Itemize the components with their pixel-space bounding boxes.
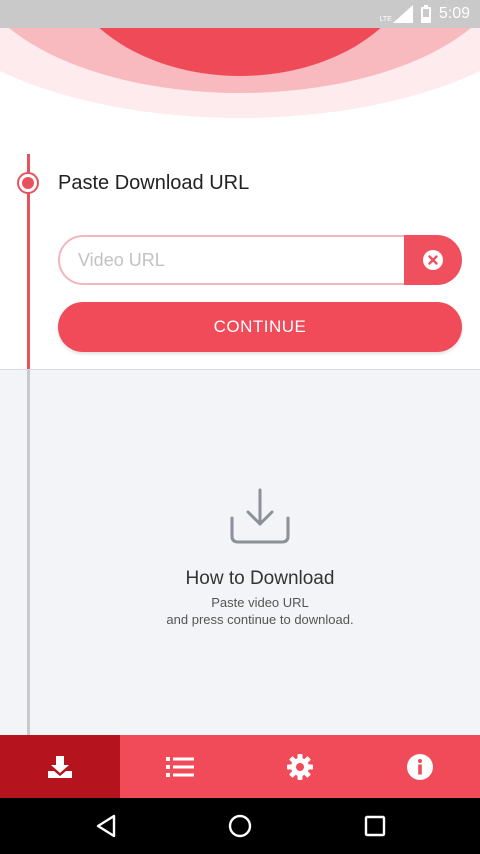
- url-input-row: [58, 235, 462, 285]
- download-icon: [48, 755, 72, 778]
- network-type: LTE: [379, 16, 392, 23]
- info-text-line-1: Paste video URL: [211, 595, 309, 610]
- back-icon: [96, 814, 116, 838]
- info-text-line-2: and press continue to download.: [166, 612, 354, 627]
- status-icons: LTE 5:09: [380, 4, 470, 24]
- step-title: Paste Download URL: [58, 172, 250, 194]
- signal-icon: [392, 5, 413, 23]
- tab-download[interactable]: [0, 735, 120, 798]
- gear-icon: [287, 753, 313, 780]
- tab-info[interactable]: [360, 735, 480, 798]
- battery-icon: [420, 5, 431, 23]
- how-to-section: [0, 370, 480, 735]
- info-icon: [407, 753, 433, 780]
- timeline-inactive: [27, 370, 30, 735]
- header-waves: [0, 28, 480, 123]
- close-icon: [423, 250, 443, 270]
- timeline-step-dot: [17, 172, 39, 194]
- bottom-tab-bar: [0, 735, 480, 798]
- home-icon: [228, 814, 252, 838]
- status-time: 5:09: [438, 5, 470, 22]
- list-icon: [166, 756, 194, 777]
- home-button[interactable]: [226, 812, 254, 840]
- continue-button[interactable]: CONTINUE: [58, 302, 462, 352]
- back-button[interactable]: [92, 812, 120, 840]
- clear-url-button[interactable]: [404, 235, 462, 285]
- info-title: How to Download: [185, 568, 335, 589]
- status-bar: LTE 5:09: [0, 0, 480, 28]
- tab-settings[interactable]: [240, 735, 360, 798]
- lte-icon: LTE: [380, 5, 413, 23]
- recents-button[interactable]: [361, 812, 389, 840]
- video-url-input[interactable]: [58, 235, 404, 285]
- tab-list[interactable]: [120, 735, 240, 798]
- recents-icon: [364, 815, 386, 837]
- download-tray-icon: [229, 488, 291, 546]
- system-nav-bar: [0, 798, 480, 854]
